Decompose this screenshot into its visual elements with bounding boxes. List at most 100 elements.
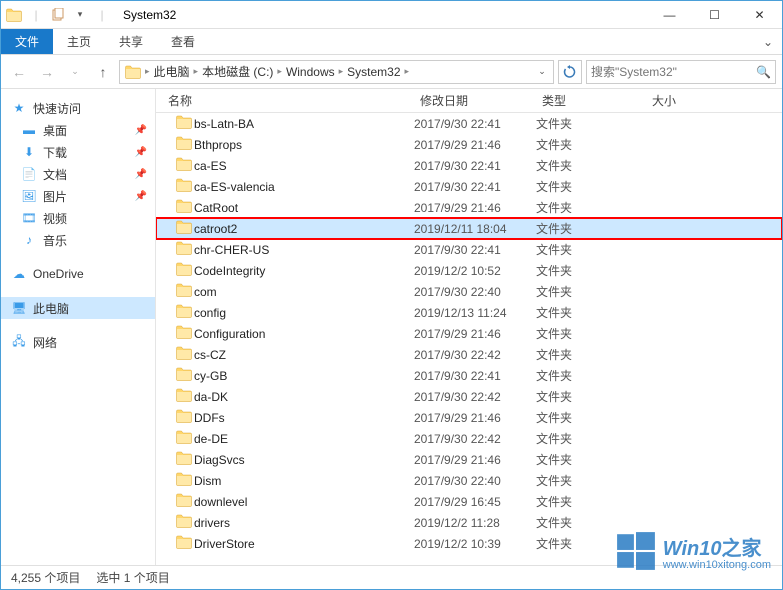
file-date: 2017/9/29 21:46 xyxy=(414,201,536,215)
file-list[interactable]: bs-Latn-BA2017/9/30 22:41文件夹Bthprops2017… xyxy=(156,113,782,565)
pin-icon: 📌 xyxy=(135,147,147,158)
videos-icon: 🎞 xyxy=(21,210,37,226)
file-row[interactable]: da-DK2017/9/30 22:42文件夹 xyxy=(156,386,782,407)
file-row[interactable]: Dism2017/9/30 22:40文件夹 xyxy=(156,470,782,491)
file-type: 文件夹 xyxy=(536,304,646,321)
nav-forward-button[interactable]: → xyxy=(35,60,59,84)
sidebar-desktop[interactable]: ▬桌面📌 xyxy=(1,119,155,141)
col-date[interactable]: 修改日期 xyxy=(414,92,536,109)
status-selected: 选中 1 个项目 xyxy=(96,569,169,586)
file-row[interactable]: cy-GB2017/9/30 22:41文件夹 xyxy=(156,365,782,386)
folder-icon xyxy=(176,325,194,342)
tab-view[interactable]: 查看 xyxy=(157,29,209,54)
file-date: 2017/9/29 16:45 xyxy=(414,495,536,509)
ribbon-toggle-icon[interactable]: ⌄ xyxy=(754,29,782,54)
file-type: 文件夹 xyxy=(536,115,646,132)
file-row[interactable]: drivers2019/12/2 11:28文件夹 xyxy=(156,512,782,533)
file-row[interactable]: catroot22019/12/11 18:04文件夹 xyxy=(156,218,782,239)
file-row[interactable]: Configuration2017/9/29 21:46文件夹 xyxy=(156,323,782,344)
sidebar-pictures[interactable]: 🖼图片📌 xyxy=(1,185,155,207)
close-button[interactable]: ✕ xyxy=(737,1,782,29)
sidebar-videos[interactable]: 🎞视频 xyxy=(1,207,155,229)
file-name: ca-ES-valencia xyxy=(194,180,414,194)
crumb-thispc[interactable]: 此电脑 xyxy=(151,63,193,80)
file-type: 文件夹 xyxy=(536,178,646,195)
sidebar-onedrive[interactable]: ☁OneDrive xyxy=(1,263,155,285)
qat-properties-icon[interactable] xyxy=(49,6,67,24)
file-row[interactable]: CodeIntegrity2019/12/2 10:52文件夹 xyxy=(156,260,782,281)
file-row[interactable]: cs-CZ2017/9/30 22:42文件夹 xyxy=(156,344,782,365)
qat-dropdown-icon[interactable]: ▾ xyxy=(71,6,89,24)
search-box[interactable]: 🔍 xyxy=(586,60,776,84)
download-icon: ⬇ xyxy=(21,144,37,160)
network-icon: 🖧 xyxy=(11,334,27,350)
sidebar-music[interactable]: ♪音乐 xyxy=(1,229,155,251)
file-date: 2017/9/29 21:46 xyxy=(414,138,536,152)
crumb-drive[interactable]: 本地磁盘 (C:) xyxy=(199,63,276,80)
tab-share[interactable]: 共享 xyxy=(105,29,157,54)
folder-icon xyxy=(176,451,194,468)
refresh-button[interactable] xyxy=(558,60,582,84)
search-icon: 🔍 xyxy=(756,65,771,79)
file-row[interactable]: DDFs2017/9/29 21:46文件夹 xyxy=(156,407,782,428)
file-date: 2019/12/13 11:24 xyxy=(414,306,536,320)
file-type: 文件夹 xyxy=(536,409,646,426)
file-type: 文件夹 xyxy=(536,136,646,153)
file-name: downlevel xyxy=(194,495,414,509)
nav-up-button[interactable]: ↑ xyxy=(91,60,115,84)
folder-icon xyxy=(176,388,194,405)
tab-home[interactable]: 主页 xyxy=(53,29,105,54)
file-name: Configuration xyxy=(194,327,414,341)
file-type: 文件夹 xyxy=(536,199,646,216)
maximize-button[interactable]: ☐ xyxy=(692,1,737,29)
address-dropdown-icon[interactable]: ⌄ xyxy=(533,66,551,77)
file-row[interactable]: CatRoot2017/9/29 21:46文件夹 xyxy=(156,197,782,218)
file-row[interactable]: Bthprops2017/9/29 21:46文件夹 xyxy=(156,134,782,155)
app-icon xyxy=(5,6,23,24)
file-row[interactable]: downlevel2017/9/29 16:45文件夹 xyxy=(156,491,782,512)
file-row[interactable]: config2019/12/13 11:24文件夹 xyxy=(156,302,782,323)
pin-icon: 📌 xyxy=(135,169,147,180)
minimize-button[interactable]: — xyxy=(647,1,692,29)
file-row[interactable]: ca-ES2017/9/30 22:41文件夹 xyxy=(156,155,782,176)
file-row[interactable]: chr-CHER-US2017/9/30 22:41文件夹 xyxy=(156,239,782,260)
crumb-windows[interactable]: Windows xyxy=(283,65,338,79)
file-name: Bthprops xyxy=(194,138,414,152)
file-row[interactable]: com2017/9/30 22:40文件夹 xyxy=(156,281,782,302)
file-date: 2017/9/30 22:42 xyxy=(414,390,536,404)
file-date: 2017/9/30 22:42 xyxy=(414,432,536,446)
address-box[interactable]: ▸ 此电脑 ▸ 本地磁盘 (C:) ▸ Windows ▸ System32 ▸… xyxy=(119,60,554,84)
titlebar: | ▾ | System32 — ☐ ✕ xyxy=(1,1,782,29)
chevron-right-icon[interactable]: ▸ xyxy=(404,66,411,77)
file-name: cs-CZ xyxy=(194,348,414,362)
search-input[interactable] xyxy=(591,65,756,79)
file-row[interactable]: DiagSvcs2017/9/29 21:46文件夹 xyxy=(156,449,782,470)
file-row[interactable]: bs-Latn-BA2017/9/30 22:41文件夹 xyxy=(156,113,782,134)
crumb-system32[interactable]: System32 xyxy=(344,65,403,79)
file-date: 2017/9/30 22:40 xyxy=(414,285,536,299)
window-title: System32 xyxy=(115,8,647,22)
sidebar: ★快速访问 ▬桌面📌 ⬇下载📌 📄文档📌 🖼图片📌 🎞视频 ♪音乐 ☁OneDr… xyxy=(1,89,156,565)
folder-icon xyxy=(176,199,194,216)
folder-icon xyxy=(176,136,194,153)
refresh-icon xyxy=(563,65,577,79)
sidebar-downloads[interactable]: ⬇下载📌 xyxy=(1,141,155,163)
sidebar-quick-access[interactable]: ★快速访问 xyxy=(1,97,155,119)
tab-file[interactable]: 文件 xyxy=(1,29,53,54)
col-name[interactable]: 名称 xyxy=(156,92,414,109)
col-size[interactable]: 大小 xyxy=(646,92,782,109)
nav-recent-dropdown[interactable]: ⌄ xyxy=(63,60,87,84)
music-icon: ♪ xyxy=(21,232,37,248)
file-row[interactable]: DriverStore2019/12/2 10:39文件夹 xyxy=(156,533,782,554)
folder-icon xyxy=(176,220,194,237)
sidebar-network[interactable]: 🖧网络 xyxy=(1,331,155,353)
nav-back-button[interactable]: ← xyxy=(7,60,31,84)
sidebar-thispc[interactable]: 🖥此电脑 xyxy=(1,297,155,319)
sidebar-documents[interactable]: 📄文档📌 xyxy=(1,163,155,185)
file-row[interactable]: de-DE2017/9/30 22:42文件夹 xyxy=(156,428,782,449)
file-name: ca-ES xyxy=(194,159,414,173)
file-date: 2017/9/30 22:41 xyxy=(414,243,536,257)
folder-icon xyxy=(176,241,194,258)
file-row[interactable]: ca-ES-valencia2017/9/30 22:41文件夹 xyxy=(156,176,782,197)
col-type[interactable]: 类型 xyxy=(536,92,646,109)
